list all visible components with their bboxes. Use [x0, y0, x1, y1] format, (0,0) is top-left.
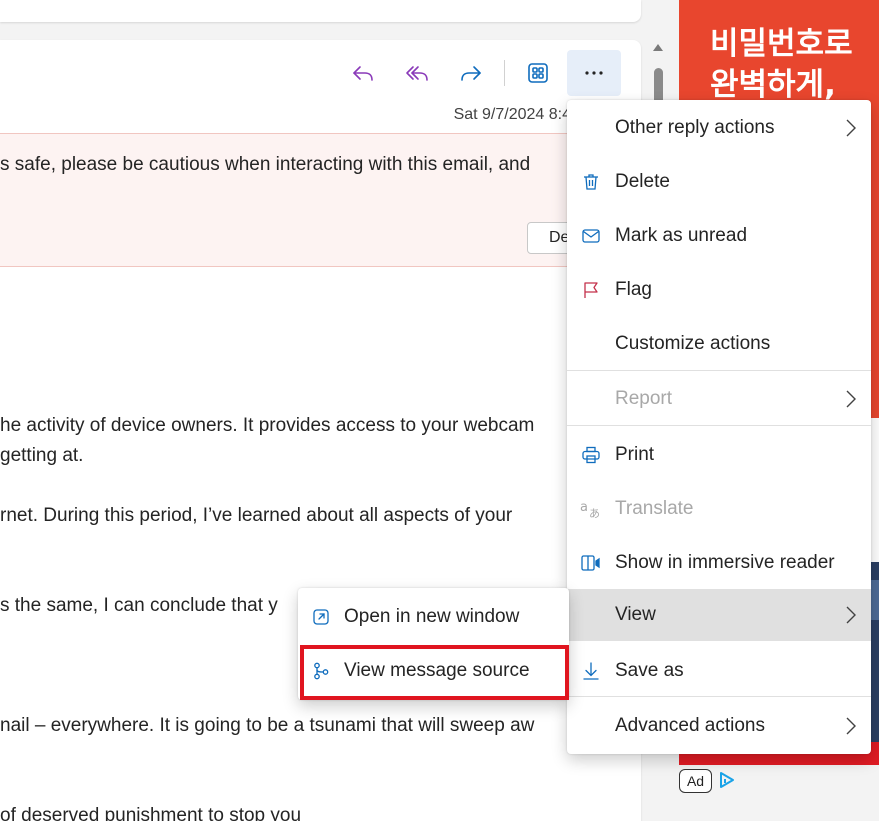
menu-item-label: Show in immersive reader [615, 552, 835, 573]
safety-warning-banner: s safe, please be cautious when interact… [0, 133, 637, 267]
translate-icon: aあ [580, 498, 602, 520]
menu-item-label: Flag [615, 279, 652, 300]
menu-item-label: Print [615, 444, 655, 465]
download-icon [580, 660, 602, 682]
reply-all-icon [406, 66, 428, 81]
trash-icon [580, 171, 602, 193]
message-date: Sat 9/7/2024 8:4 [453, 106, 571, 123]
menu-item-advanced-actions[interactable]: Advanced actions [567, 700, 871, 752]
body-line-3: rnet. During this period, I’ve learned a… [0, 505, 513, 526]
immersive-reader-icon [580, 552, 602, 574]
body-line-2: getting at. [0, 445, 84, 466]
menu-item-label: Advanced actions [615, 715, 765, 736]
forward-button[interactable] [446, 51, 496, 95]
reply-button[interactable] [338, 51, 388, 95]
previous-message-card [0, 0, 641, 22]
menu-item-label: Delete [615, 171, 670, 192]
toolbar-divider [504, 60, 505, 86]
message-toolbar [338, 50, 621, 96]
menu-item-translate: aあ Translate [567, 483, 871, 535]
menu-divider [567, 425, 871, 426]
menu-item-immersive-reader[interactable]: Show in immersive reader [567, 537, 871, 589]
ad-badge: Ad [679, 769, 712, 793]
scroll-up-arrow-icon[interactable] [653, 44, 663, 51]
menu-item-label: Mark as unread [615, 225, 748, 246]
menu-item-label: Save as [615, 660, 684, 681]
menu-item-other-reply-actions[interactable]: Other reply actions [567, 102, 871, 154]
flag-icon [580, 279, 602, 301]
reading-pane: Sat 9/7/2024 8:4 s safe, please be cauti… [0, 40, 641, 821]
body-line-6: of deserved punishment to stop you [0, 805, 302, 821]
more-icon [585, 71, 603, 75]
menu-item-label: Other reply actions [615, 117, 775, 138]
menu-item-print[interactable]: Print [567, 429, 871, 481]
highlight-box [300, 645, 569, 700]
adchoices-icon[interactable] [718, 771, 736, 789]
apps-icon [528, 63, 548, 83]
menu-item-label: Translate [615, 498, 694, 519]
apps-button[interactable] [513, 51, 563, 95]
forward-icon [461, 66, 481, 81]
more-actions-menu: Other reply actions Delete Mark as unrea… [567, 100, 871, 754]
open-new-window-icon [310, 606, 332, 628]
body-line-1: he activity of device owners. It provide… [0, 415, 535, 436]
svg-text:a: a [580, 500, 588, 515]
menu-item-flag[interactable]: Flag [567, 264, 871, 316]
more-actions-button[interactable] [567, 50, 621, 96]
menu-item-view[interactable]: View [567, 589, 871, 641]
reply-all-button[interactable] [392, 51, 442, 95]
chevron-right-icon [846, 717, 856, 735]
body-line-4: s the same, I can conclude that y [0, 595, 278, 616]
chevron-right-icon [846, 119, 856, 137]
menu-item-report: Report [567, 373, 871, 425]
body-line-5: nail – everywhere. It is going to be a t… [0, 715, 535, 736]
menu-item-save-as[interactable]: Save as [567, 645, 871, 697]
envelope-icon [580, 225, 602, 247]
submenu-item-open-in-new-window[interactable]: Open in new window [298, 590, 569, 644]
ad-headline: 비밀번호로 완벽하게, [710, 24, 853, 106]
warning-text: s safe, please be cautious when interact… [0, 154, 531, 175]
printer-icon [580, 444, 602, 466]
menu-item-label: Customize actions [615, 333, 771, 354]
menu-divider [567, 696, 871, 697]
menu-item-delete[interactable]: Delete [567, 156, 871, 208]
reply-icon [353, 66, 373, 81]
chevron-right-icon [846, 390, 856, 408]
submenu-item-label: Open in new window [344, 606, 520, 627]
menu-item-label: View [615, 604, 656, 625]
chevron-right-icon [846, 606, 856, 624]
menu-item-mark-as-unread[interactable]: Mark as unread [567, 210, 871, 262]
svg-text:あ: あ [589, 507, 600, 519]
menu-item-label: Report [615, 388, 673, 409]
ad-headline-line-1: 비밀번호로 [710, 26, 853, 62]
menu-item-customize-actions[interactable]: Customize actions [567, 318, 871, 370]
menu-divider [567, 370, 871, 371]
